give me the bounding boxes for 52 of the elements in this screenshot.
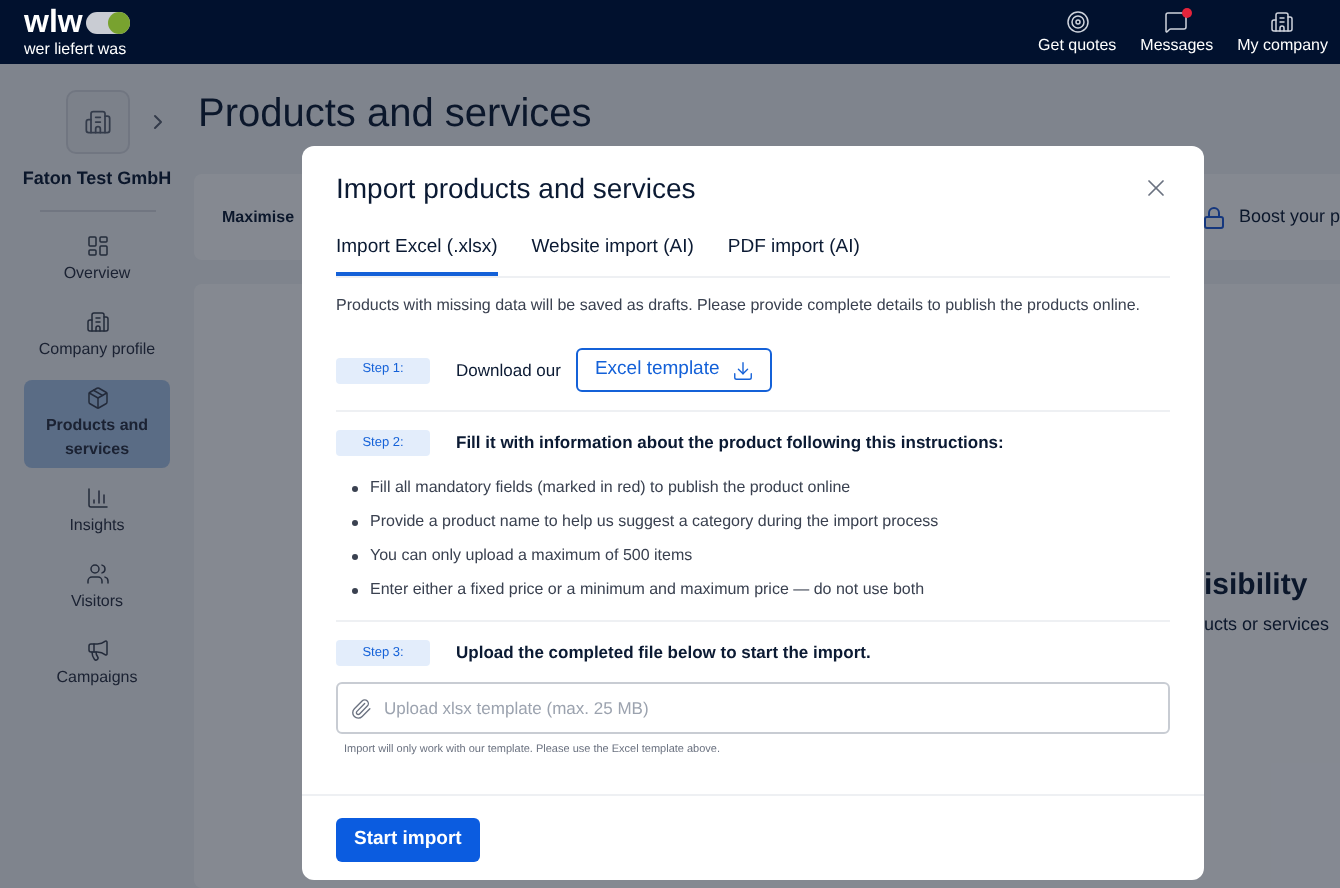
instruction-text: Fill all mandatory fields (marked in red) to publish the product online — [370, 476, 851, 501]
toggle-icon — [86, 12, 131, 34]
bullet-icon — [352, 519, 358, 526]
nav-button[interactable]: Messages — [1140, 10, 1214, 54]
sidebar-item[interactable]: Products and services — [24, 379, 170, 467]
banner-text: Maximise — [222, 205, 295, 229]
building-icon — [1270, 10, 1295, 34]
lock-icon — [1202, 205, 1227, 229]
step-text: Upload the completed file below to start the import. — [456, 640, 871, 667]
company-name: Faton Test GmbH — [22, 166, 172, 192]
step-text: Fill it with information about the product following this instructions: — [456, 430, 1004, 457]
nav-button[interactable]: My company — [1237, 10, 1328, 54]
close-icon[interactable] — [1142, 174, 1170, 202]
sidebar-item[interactable]: Insights — [24, 479, 170, 543]
target-icon — [1065, 10, 1090, 34]
bullet-icon — [352, 485, 358, 492]
nav-button[interactable]: Get quotes — [1038, 10, 1117, 54]
download-icon — [731, 359, 754, 382]
logo[interactable]: wlw wer liefert was — [24, 7, 131, 57]
instruction-text: You can only upload a maximum of 500 items — [370, 544, 693, 569]
page-title: Products and services — [198, 90, 594, 140]
step-text: Download our — [456, 357, 561, 384]
tab[interactable]: Import Excel (.xlsx) — [336, 234, 498, 277]
logo-tagline: wer liefert was — [24, 41, 129, 57]
intro-text: Products with missing data will be saved as drafts. Please provide complete details to publish the products online. — [336, 294, 1142, 319]
instruction-text: Enter either a fixed price or a minimum and maximum price — do not use both — [370, 578, 925, 603]
upload-field[interactable]: Upload xlsx template (max. 25 MB) — [336, 682, 1170, 735]
paperclip-icon — [350, 697, 372, 720]
tab[interactable]: PDF import (AI) — [727, 234, 860, 277]
logo-mark: wlw — [24, 7, 83, 39]
bullet-icon — [352, 553, 358, 560]
empty-state-text: ucts or services — [1204, 611, 1332, 637]
box-icon — [85, 385, 109, 409]
building-icon — [85, 309, 109, 333]
boost-text: Boost your p — [1238, 203, 1340, 230]
bullet-icon — [352, 587, 358, 594]
sidebar-item[interactable]: Visitors — [24, 555, 170, 619]
bar-chart-icon — [85, 485, 109, 509]
dialog-title: Import products and services — [336, 170, 696, 206]
empty-state-heading: isibility — [1204, 566, 1310, 606]
sidebar-item[interactable]: Campaigns — [24, 631, 170, 695]
users-icon — [85, 561, 109, 585]
building-icon — [83, 108, 111, 136]
instruction-text: Provide a product name to help us suggest a category during the import process — [370, 510, 939, 535]
start-import-button[interactable]: Start import — [336, 818, 480, 862]
tab[interactable]: Website import (AI) — [531, 234, 694, 277]
megaphone-icon — [85, 637, 109, 661]
dashboard-icon — [85, 233, 109, 257]
excel-template-button[interactable]: Excel template — [576, 348, 772, 393]
sidebar-item[interactable]: Company profile — [24, 303, 170, 367]
chat-icon — [1164, 10, 1189, 34]
sidebar-item[interactable]: Overview — [24, 227, 170, 291]
